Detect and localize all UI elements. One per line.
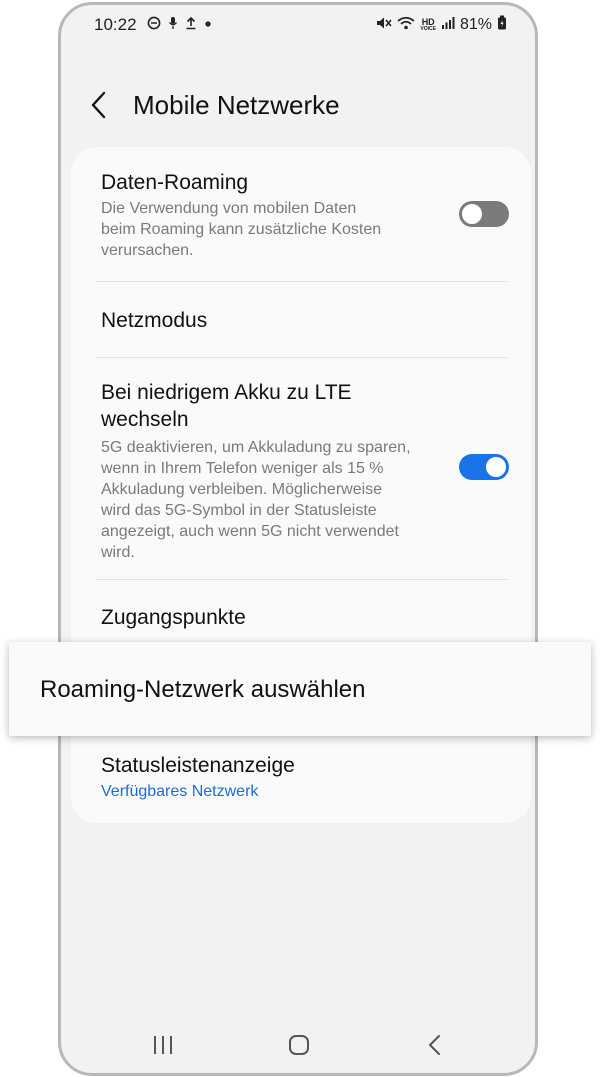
recents-button[interactable]: [143, 1025, 183, 1065]
nav-back-button[interactable]: [415, 1025, 455, 1065]
signal-icon: [441, 16, 455, 35]
home-button[interactable]: [279, 1025, 319, 1065]
lte-low-battery-title-line: wechseln: [101, 408, 189, 431]
toggle-knob: [460, 202, 484, 226]
status-bar-display-value: Verfügbares Netzwerk: [101, 783, 259, 800]
recents-icon: [154, 1036, 172, 1054]
status-bar-display-row[interactable]: Statusleistenanzeige Verfügbares Netzwer…: [71, 752, 531, 803]
status-bar: 10:22 HD VOICE 81%: [61, 5, 535, 45]
access-points-title: Zugangspunkte: [101, 606, 246, 629]
status-bar-display-title: Statusleistenanzeige: [101, 754, 295, 777]
roaming-network-select-label: Roaming-Netzwerk auswählen: [40, 676, 366, 703]
wifi-icon: [397, 16, 415, 35]
lte-low-battery-toggle[interactable]: [459, 454, 509, 480]
toggle-knob: [484, 455, 508, 479]
roaming-network-select-item[interactable]: Roaming-Netzwerk auswählen: [9, 642, 591, 736]
back-icon: [429, 1035, 440, 1055]
notification-dot-icon: [204, 16, 212, 35]
phone-frame: 10:22 HD VOICE 81% Mobile Netzwerke Date…: [58, 2, 538, 1076]
network-mode-row[interactable]: Netzmodus: [71, 307, 531, 334]
divider: [95, 281, 507, 282]
home-icon: [289, 1035, 309, 1055]
data-roaming-title: Daten-Roaming: [101, 171, 249, 194]
mute-icon: [376, 16, 392, 35]
page-title: Mobile Netzwerke: [133, 90, 340, 120]
divider: [95, 579, 507, 580]
lte-low-battery-title-line: Bei niedrigem Akku zu LTE: [101, 381, 352, 404]
hd-voice-icon: HD VOICE: [420, 17, 436, 33]
back-button[interactable]: [85, 87, 115, 123]
battery-charging-icon: [497, 15, 507, 35]
dnd-icon: [147, 16, 161, 35]
data-roaming-subtitle: Die Verwendung von mobilen Daten beim Ro…: [101, 200, 382, 259]
navigation-bar: [61, 1013, 535, 1073]
status-right-icons: HD VOICE 81%: [376, 15, 507, 35]
divider: [95, 357, 507, 358]
app-bar: Mobile Netzwerke: [61, 75, 535, 135]
network-mode-title: Netzmodus: [101, 309, 208, 332]
status-left-icons: [147, 16, 212, 35]
status-time: 10:22: [94, 15, 137, 34]
upload-icon: [185, 16, 197, 35]
battery-percent: 81%: [459, 16, 492, 33]
access-points-row[interactable]: Zugangspunkte: [71, 604, 531, 631]
microphone-icon: [168, 16, 178, 35]
data-roaming-toggle[interactable]: [459, 201, 509, 227]
chevron-left-icon: [91, 91, 106, 119]
lte-low-battery-subtitle: 5G deaktivieren, um Akkuladung zu sparen…: [101, 439, 411, 561]
